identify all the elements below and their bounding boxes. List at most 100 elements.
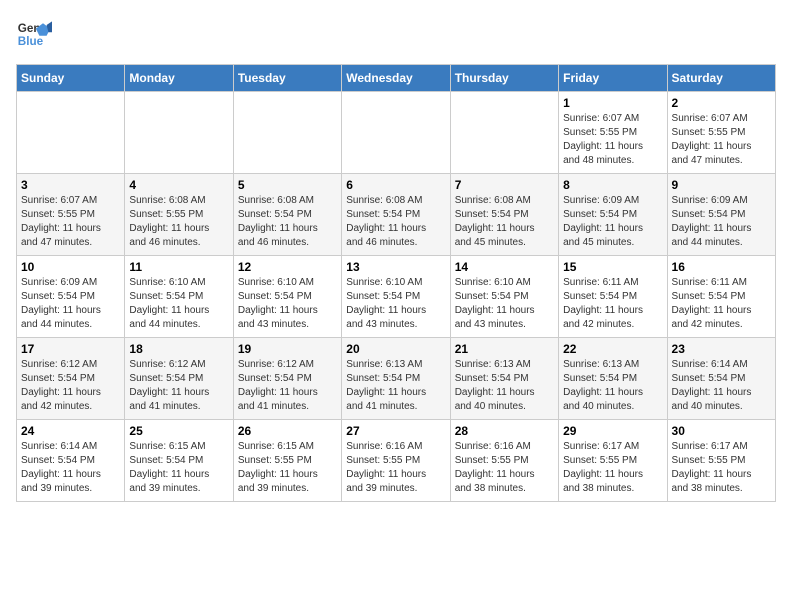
calendar-cell: 12 Sunrise: 6:10 AM Sunset: 5:54 PM Dayli… [233, 256, 341, 338]
day-header-monday: Monday [125, 65, 233, 92]
calendar-cell: 8 Sunrise: 6:09 AM Sunset: 5:54 PM Daylig… [559, 174, 667, 256]
calendar-cell: 3Sunrise: 6:07 AM Sunset: 5:55 PM Daylig… [17, 174, 125, 256]
day-info: Sunrise: 6:17 AM Sunset: 5:55 PM Dayligh… [672, 440, 771, 496]
day-info: Sunrise: 6:13 AM Sunset: 5:54 PM Dayligh… [346, 358, 445, 414]
day-number: 1 [563, 96, 662, 110]
day-header-saturday: Saturday [667, 65, 775, 92]
day-info: Sunrise: 6:09 AM Sunset: 5:54 PM Dayligh… [21, 276, 120, 332]
day-info: Sunrise: 6:15 AM Sunset: 5:55 PM Dayligh… [238, 440, 337, 496]
day-info: Sunrise: 6:13 AM Sunset: 5:54 PM Dayligh… [455, 358, 554, 414]
calendar-cell: 6 Sunrise: 6:08 AM Sunset: 5:54 PM Daylig… [342, 174, 450, 256]
calendar-cell: 16 Sunrise: 6:11 AM Sunset: 5:54 PM Dayli… [667, 256, 775, 338]
calendar-cell [17, 92, 125, 174]
calendar-cell: 17 Sunrise: 6:12 AM Sunset: 5:54 PM Dayli… [17, 338, 125, 420]
day-info: Sunrise: 6:10 AM Sunset: 5:54 PM Dayligh… [346, 276, 445, 332]
calendar-cell: 4 Sunrise: 6:08 AM Sunset: 5:55 PM Daylig… [125, 174, 233, 256]
day-number: 26 [238, 424, 337, 438]
day-number: 9 [672, 178, 771, 192]
day-number: 20 [346, 342, 445, 356]
day-number: 29 [563, 424, 662, 438]
day-number: 3 [21, 178, 120, 192]
calendar-cell: 24Sunrise: 6:14 AM Sunset: 5:54 PM Dayli… [17, 420, 125, 502]
day-number: 15 [563, 260, 662, 274]
calendar-cell: 25Sunrise: 6:15 AM Sunset: 5:54 PM Dayli… [125, 420, 233, 502]
day-header-tuesday: Tuesday [233, 65, 341, 92]
day-number: 28 [455, 424, 554, 438]
day-header-friday: Friday [559, 65, 667, 92]
day-number: 14 [455, 260, 554, 274]
day-number: 11 [129, 260, 228, 274]
calendar-cell: 30 Sunrise: 6:17 AM Sunset: 5:55 PM Dayli… [667, 420, 775, 502]
calendar-cell: 28 Sunrise: 6:16 AM Sunset: 5:55 PM Dayli… [450, 420, 558, 502]
day-number: 23 [672, 342, 771, 356]
day-info: Sunrise: 6:12 AM Sunset: 5:54 PM Dayligh… [238, 358, 337, 414]
calendar-cell [450, 92, 558, 174]
day-number: 8 [563, 178, 662, 192]
day-info: Sunrise: 6:11 AM Sunset: 5:54 PM Dayligh… [672, 276, 771, 332]
day-info: Sunrise: 6:07 AM Sunset: 5:55 PM Dayligh… [563, 112, 662, 168]
day-number: 13 [346, 260, 445, 274]
calendar-cell: 23 Sunrise: 6:14 AM Sunset: 5:54 PM Dayli… [667, 338, 775, 420]
day-info: Sunrise: 6:13 AM Sunset: 5:54 PM Dayligh… [563, 358, 662, 414]
calendar-cell: 21 Sunrise: 6:13 AM Sunset: 5:54 PM Dayli… [450, 338, 558, 420]
day-info: Sunrise: 6:09 AM Sunset: 5:54 PM Dayligh… [672, 194, 771, 250]
day-info: Sunrise: 6:10 AM Sunset: 5:54 PM Dayligh… [129, 276, 228, 332]
day-header-wednesday: Wednesday [342, 65, 450, 92]
calendar-cell: 9 Sunrise: 6:09 AM Sunset: 5:54 PM Daylig… [667, 174, 775, 256]
calendar-cell: 13 Sunrise: 6:10 AM Sunset: 5:54 PM Dayli… [342, 256, 450, 338]
day-header-sunday: Sunday [17, 65, 125, 92]
day-number: 25 [129, 424, 228, 438]
calendar-cell: 10 Sunrise: 6:09 AM Sunset: 5:54 PM Dayli… [17, 256, 125, 338]
day-number: 4 [129, 178, 228, 192]
calendar-cell: 27 Sunrise: 6:16 AM Sunset: 5:55 PM Dayli… [342, 420, 450, 502]
day-number: 5 [238, 178, 337, 192]
day-number: 6 [346, 178, 445, 192]
day-info: Sunrise: 6:12 AM Sunset: 5:54 PM Dayligh… [129, 358, 228, 414]
calendar-cell: 19Sunrise: 6:12 AM Sunset: 5:54 PM Dayli… [233, 338, 341, 420]
day-info: Sunrise: 6:07 AM Sunset: 5:55 PM Dayligh… [672, 112, 771, 168]
calendar-cell [342, 92, 450, 174]
calendar-cell: 11 Sunrise: 6:10 AM Sunset: 5:54 PM Dayli… [125, 256, 233, 338]
day-number: 21 [455, 342, 554, 356]
page-header: General Blue [16, 16, 776, 52]
day-info: Sunrise: 6:14 AM Sunset: 5:54 PM Dayligh… [672, 358, 771, 414]
calendar-cell: 22 Sunrise: 6:13 AM Sunset: 5:54 PM Dayli… [559, 338, 667, 420]
day-info: Sunrise: 6:08 AM Sunset: 5:54 PM Dayligh… [346, 194, 445, 250]
day-number: 16 [672, 260, 771, 274]
calendar-cell: 1 Sunrise: 6:07 AM Sunset: 5:55 PM Daylig… [559, 92, 667, 174]
day-info: Sunrise: 6:16 AM Sunset: 5:55 PM Dayligh… [455, 440, 554, 496]
calendar-cell: 14 Sunrise: 6:10 AM Sunset: 5:54 PM Dayli… [450, 256, 558, 338]
calendar-table: SundayMondayTuesdayWednesdayThursdayFrid… [16, 64, 776, 502]
day-number: 10 [21, 260, 120, 274]
calendar-cell: 2 Sunrise: 6:07 AM Sunset: 5:55 PM Daylig… [667, 92, 775, 174]
calendar-cell: 29Sunrise: 6:17 AM Sunset: 5:55 PM Dayli… [559, 420, 667, 502]
day-info: Sunrise: 6:09 AM Sunset: 5:54 PM Dayligh… [563, 194, 662, 250]
day-number: 27 [346, 424, 445, 438]
day-info: Sunrise: 6:11 AM Sunset: 5:54 PM Dayligh… [563, 276, 662, 332]
calendar-cell [125, 92, 233, 174]
calendar-cell: 26 Sunrise: 6:15 AM Sunset: 5:55 PM Dayli… [233, 420, 341, 502]
day-number: 30 [672, 424, 771, 438]
day-number: 22 [563, 342, 662, 356]
day-number: 12 [238, 260, 337, 274]
svg-text:Blue: Blue [18, 35, 44, 48]
calendar-cell [233, 92, 341, 174]
day-info: Sunrise: 6:08 AM Sunset: 5:54 PM Dayligh… [238, 194, 337, 250]
day-info: Sunrise: 6:10 AM Sunset: 5:54 PM Dayligh… [238, 276, 337, 332]
day-info: Sunrise: 6:08 AM Sunset: 5:55 PM Dayligh… [129, 194, 228, 250]
calendar-cell: 20 Sunrise: 6:13 AM Sunset: 5:54 PM Dayli… [342, 338, 450, 420]
day-info: Sunrise: 6:14 AM Sunset: 5:54 PM Dayligh… [21, 440, 120, 496]
calendar-cell: 18 Sunrise: 6:12 AM Sunset: 5:54 PM Dayli… [125, 338, 233, 420]
day-header-thursday: Thursday [450, 65, 558, 92]
day-number: 18 [129, 342, 228, 356]
day-info: Sunrise: 6:12 AM Sunset: 5:54 PM Dayligh… [21, 358, 120, 414]
calendar-cell: 5 Sunrise: 6:08 AM Sunset: 5:54 PM Daylig… [233, 174, 341, 256]
logo-icon: General Blue [16, 16, 52, 52]
day-number: 2 [672, 96, 771, 110]
day-number: 17 [21, 342, 120, 356]
day-info: Sunrise: 6:16 AM Sunset: 5:55 PM Dayligh… [346, 440, 445, 496]
day-number: 7 [455, 178, 554, 192]
day-info: Sunrise: 6:08 AM Sunset: 5:54 PM Dayligh… [455, 194, 554, 250]
day-info: Sunrise: 6:10 AM Sunset: 5:54 PM Dayligh… [455, 276, 554, 332]
logo: General Blue [16, 16, 56, 52]
